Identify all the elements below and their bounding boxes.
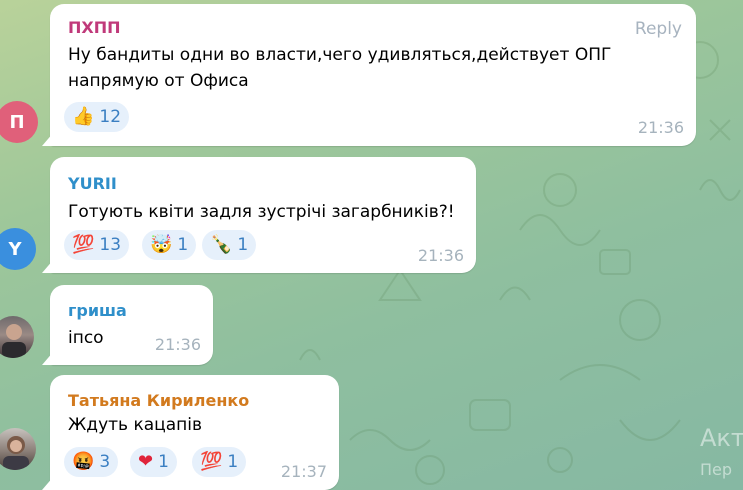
reaction-count: 1 xyxy=(227,452,239,472)
message-bubble: YURII Готують квіти задля зустрічі загар… xyxy=(42,157,476,273)
message-time: 21:36 xyxy=(637,118,684,137)
person-photo-icon xyxy=(3,436,29,470)
reaction-count: 13 xyxy=(99,235,122,255)
reaction-thumbs-up[interactable]: 👍 12 xyxy=(64,102,130,132)
message-author[interactable]: Татьяна Кириленко xyxy=(68,391,249,410)
message-text-line: Ну бандиты одни во власти,чего удивлятьс… xyxy=(68,45,612,65)
bubble-tail xyxy=(42,351,54,365)
reaction-count: 1 xyxy=(237,235,249,255)
avatar-letter: П xyxy=(9,111,25,133)
avatar-photo[interactable] xyxy=(0,428,36,470)
watermark-line: Акт xyxy=(700,424,743,452)
message-time: 21:36 xyxy=(154,335,201,354)
message-time: 21:37 xyxy=(280,462,327,481)
message-text-line: Ждуть кацапів xyxy=(68,415,202,435)
reaction-hundred-points[interactable]: 💯 1 xyxy=(192,447,247,477)
reaction-hundred-points[interactable]: 💯 13 xyxy=(64,230,130,260)
hundred-points-icon: 💯 xyxy=(200,451,223,472)
message-bubble: гриша іпсо 21:36 xyxy=(42,285,213,365)
avatar-letter: Y xyxy=(8,238,22,260)
message-text-line: Готують квіти задля зустрічі загарбників… xyxy=(68,202,455,222)
message-bubble: Татьяна Кириленко Ждуть кацапів 🤬 3 ❤ 1 … xyxy=(42,375,339,490)
exploding-head-icon: 🤯 xyxy=(150,234,173,255)
avatar[interactable]: Y xyxy=(0,228,36,270)
bubble-tail xyxy=(42,259,54,273)
champagne-icon: 🍾 xyxy=(210,234,233,255)
avatar[interactable]: П xyxy=(0,101,38,143)
reaction-angry-face[interactable]: 🤬 3 xyxy=(64,447,119,477)
reaction-count: 3 xyxy=(99,452,111,472)
reply-button[interactable]: Reply xyxy=(635,19,682,39)
reaction-champagne[interactable]: 🍾 1 xyxy=(202,230,257,260)
reaction-exploding-head[interactable]: 🤯 1 xyxy=(142,230,197,260)
message-author[interactable]: ПХПП xyxy=(68,18,121,37)
bubble-tail xyxy=(42,476,54,490)
message-text-line: іпсо xyxy=(68,328,104,348)
red-heart-icon: ❤ xyxy=(138,451,154,472)
message-text-line: напрямую от Офиса xyxy=(68,71,249,91)
hundred-points-icon: 💯 xyxy=(72,234,95,255)
message-time: 21:36 xyxy=(417,246,464,265)
avatar-photo[interactable] xyxy=(0,316,34,358)
message-author[interactable]: YURII xyxy=(68,174,117,193)
watermark-line: Пер xyxy=(700,460,733,479)
message-author[interactable]: гриша xyxy=(68,301,127,320)
reaction-count: 1 xyxy=(177,235,189,255)
reaction-count: 12 xyxy=(99,107,122,127)
angry-face-icon: 🤬 xyxy=(72,451,95,472)
person-photo-icon xyxy=(2,324,26,358)
bubble-tail xyxy=(42,132,54,146)
reaction-red-heart[interactable]: ❤ 1 xyxy=(130,447,177,477)
thumbs-up-icon: 👍 xyxy=(72,106,95,127)
message-bubble: ПХПП Reply Ну бандиты одни во власти,чег… xyxy=(42,4,696,146)
reaction-count: 1 xyxy=(158,452,169,472)
